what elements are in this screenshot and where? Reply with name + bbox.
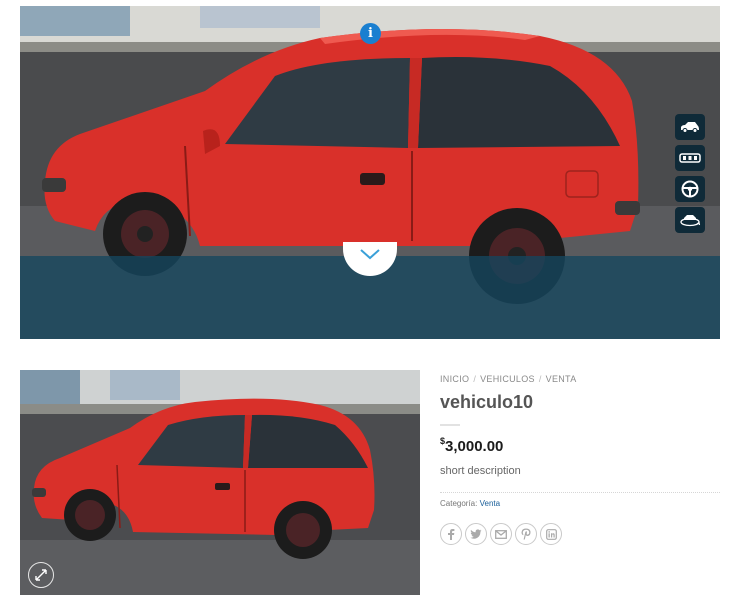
car-interior-seats-icon: [679, 153, 701, 163]
pinterest-share-button[interactable]: [515, 523, 537, 545]
info-icon[interactable]: i: [360, 23, 381, 44]
email-icon: [495, 529, 507, 539]
product-image[interactable]: [20, 370, 420, 595]
breadcrumb-venta[interactable]: VENTA: [546, 374, 577, 384]
steering-view-button[interactable]: [675, 176, 705, 202]
expand-icon: [35, 569, 47, 581]
breadcrumb-inicio[interactable]: INICIO: [440, 374, 469, 384]
car-360-view-button[interactable]: [675, 207, 705, 233]
breadcrumb-separator: /: [538, 374, 542, 384]
car-side-view-button[interactable]: [675, 114, 705, 140]
title-divider: [440, 424, 460, 426]
pinterest-icon: [521, 528, 531, 540]
facebook-share-button[interactable]: [440, 523, 462, 545]
price-amount: 3,000.00: [445, 438, 504, 455]
currency-symbol: $: [440, 436, 446, 446]
facebook-icon: [448, 529, 455, 540]
product-category: Categoría: Venta: [440, 499, 720, 508]
short-description: short description: [440, 465, 521, 477]
steering-wheel-icon: [681, 180, 699, 198]
vehicle-360-viewer[interactable]: i: [20, 6, 720, 339]
car-360-icon: [680, 215, 701, 227]
product-summary: INICIO / VEHICULOS / VENTA vehiculo10 $3,000…: [440, 374, 720, 545]
email-share-button[interactable]: [490, 523, 512, 545]
breadcrumb: INICIO / VEHICULOS / VENTA: [440, 374, 720, 384]
twitter-icon: [470, 529, 482, 539]
car-side-view-icon: [681, 122, 699, 133]
product-title: vehiculo10: [440, 392, 534, 412]
car-interior-view-button[interactable]: [675, 145, 705, 171]
zoom-button[interactable]: [28, 562, 54, 588]
category-label: Categoría:: [440, 499, 478, 508]
view-selector: [675, 114, 705, 238]
breadcrumb-vehiculos[interactable]: VEHICULOS: [480, 374, 535, 384]
share-icons: [440, 523, 720, 545]
breadcrumb-separator: /: [473, 374, 477, 384]
linkedin-share-button[interactable]: [540, 523, 562, 545]
chevron-down-icon: [360, 249, 380, 260]
car-photo-thumbnail: [20, 370, 420, 595]
linkedin-icon: [545, 528, 557, 540]
meta-divider: [440, 492, 720, 493]
category-link[interactable]: Venta: [480, 499, 500, 508]
twitter-share-button[interactable]: [465, 523, 487, 545]
product-price: $3,000.00: [440, 436, 720, 455]
